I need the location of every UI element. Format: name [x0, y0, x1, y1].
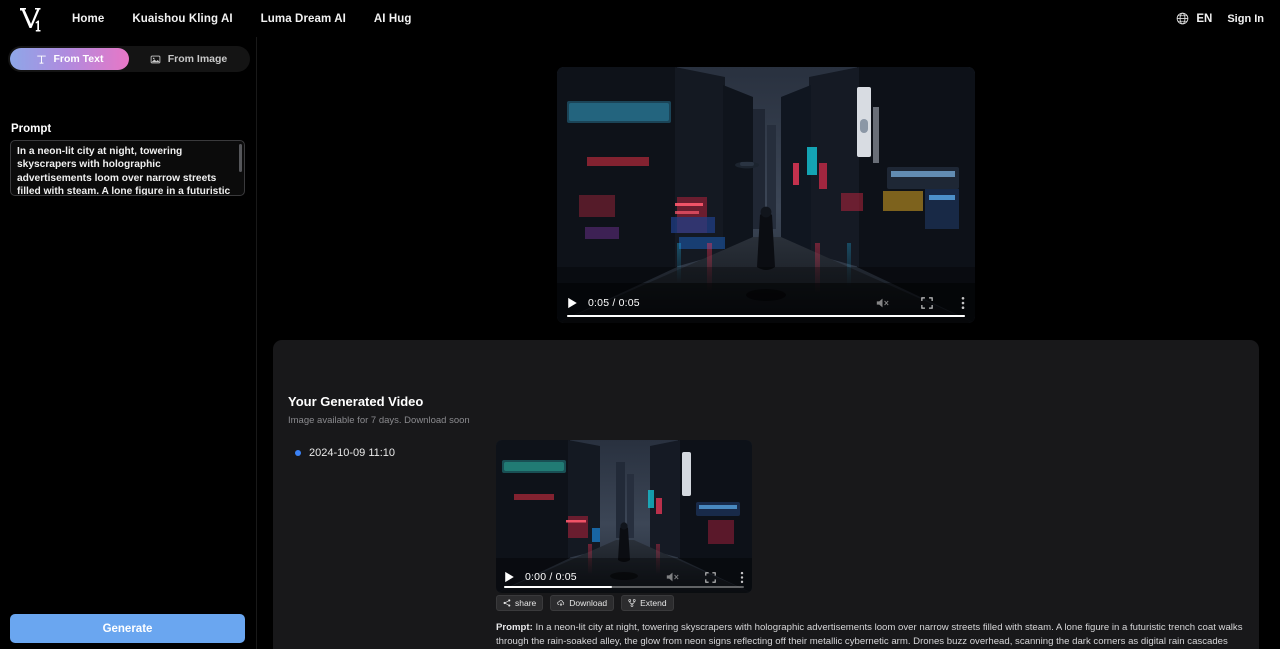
- sign-in-button[interactable]: Sign In: [1227, 13, 1264, 25]
- status-dot-icon: [295, 450, 301, 456]
- result-video-progress-bar[interactable]: [504, 585, 744, 588]
- hero-video-progress-fill: [567, 314, 965, 317]
- v1-logo-icon: [20, 7, 41, 31]
- result-action-buttons: share Download Extend: [496, 595, 674, 611]
- result-timestamp: 2024-10-09 11:10: [309, 447, 396, 459]
- generation-mode-tabs: From Text From Image: [8, 46, 250, 72]
- tab-from-image[interactable]: From Image: [129, 48, 248, 70]
- prompt-scrollbar[interactable]: [239, 144, 242, 172]
- panel-title: Your Generated Video: [288, 394, 424, 409]
- share-button-label: share: [515, 598, 537, 608]
- result-prompt-text: In a neon-lit city at night, towering sk…: [496, 622, 1243, 647]
- result-video-controls: 0:00 / 0:05: [496, 561, 752, 593]
- branch-icon: [628, 599, 636, 607]
- result-video-progress-fill: [504, 585, 612, 588]
- download-button-label: Download: [569, 598, 608, 608]
- share-button[interactable]: share: [496, 595, 544, 611]
- fullscreen-icon[interactable]: [921, 297, 933, 309]
- hero-video-progress-bar[interactable]: [567, 314, 965, 317]
- header-actions: EN Sign In: [1176, 0, 1264, 37]
- nav-item-home[interactable]: Home: [72, 13, 104, 25]
- mute-icon[interactable]: [876, 297, 889, 309]
- more-options-icon[interactable]: [961, 296, 965, 310]
- download-button[interactable]: Download: [550, 595, 615, 611]
- result-video-time: 0:00 / 0:05: [525, 571, 577, 583]
- prompt-input-container[interactable]: In a neon-lit city at night, towering sk…: [10, 140, 245, 196]
- tab-from-text[interactable]: From Text: [10, 48, 129, 70]
- prompt-label: Prompt: [11, 123, 52, 135]
- extend-button[interactable]: Extend: [621, 595, 674, 611]
- globe-icon[interactable]: [1176, 12, 1189, 25]
- hero-video-player[interactable]: 0:05 / 0:05: [557, 67, 975, 323]
- nav-item-kuaishou-kling-ai[interactable]: Kuaishou Kling AI: [132, 13, 232, 25]
- result-prompt-caption: Prompt: In a neon-lit city at night, tow…: [496, 621, 1246, 649]
- text-icon: [36, 55, 46, 64]
- site-logo[interactable]: [0, 5, 60, 33]
- mute-icon[interactable]: [666, 571, 679, 583]
- share-icon: [503, 599, 511, 607]
- tab-from-text-label: From Text: [53, 53, 104, 65]
- panel-subtitle: Image available for 7 days. Download soo…: [288, 415, 470, 426]
- result-prompt-prefix: Prompt:: [496, 622, 533, 633]
- main-content: 0:05 / 0:05 Your Generated Video Image a…: [257, 37, 1280, 649]
- fullscreen-icon[interactable]: [705, 571, 716, 583]
- nav-item-luma-dream-ai[interactable]: Luma Dream AI: [261, 13, 346, 25]
- language-selector[interactable]: EN: [1196, 13, 1212, 25]
- app-root: Home Kuaishou Kling AI Luma Dream AI AI …: [0, 0, 1280, 649]
- cloud-download-icon: [557, 600, 565, 607]
- tab-from-image-label: From Image: [167, 53, 228, 65]
- hero-video-time: 0:05 / 0:05: [588, 297, 640, 309]
- result-video-player[interactable]: 0:00 / 0:05: [496, 440, 752, 593]
- extend-button-label: Extend: [640, 598, 667, 608]
- result-timestamp-row: 2024-10-09 11:10: [295, 447, 395, 459]
- main-nav: Home Kuaishou Kling AI Luma Dream AI AI …: [72, 13, 412, 25]
- left-sidebar: From Text From Image Prompt In a neon-li…: [0, 37, 257, 649]
- hero-video-controls: 0:05 / 0:05: [557, 283, 975, 323]
- prompt-input[interactable]: In a neon-lit city at night, towering sk…: [11, 141, 244, 195]
- play-icon[interactable]: [567, 297, 578, 309]
- top-navigation-bar: Home Kuaishou Kling AI Luma Dream AI AI …: [0, 0, 1280, 37]
- generate-button[interactable]: Generate: [10, 614, 245, 643]
- more-options-icon[interactable]: [740, 571, 744, 584]
- generated-video-panel: Your Generated Video Image available for…: [273, 340, 1259, 649]
- image-icon: [150, 55, 161, 63]
- play-icon[interactable]: [504, 571, 515, 583]
- nav-item-ai-hug[interactable]: AI Hug: [374, 13, 412, 25]
